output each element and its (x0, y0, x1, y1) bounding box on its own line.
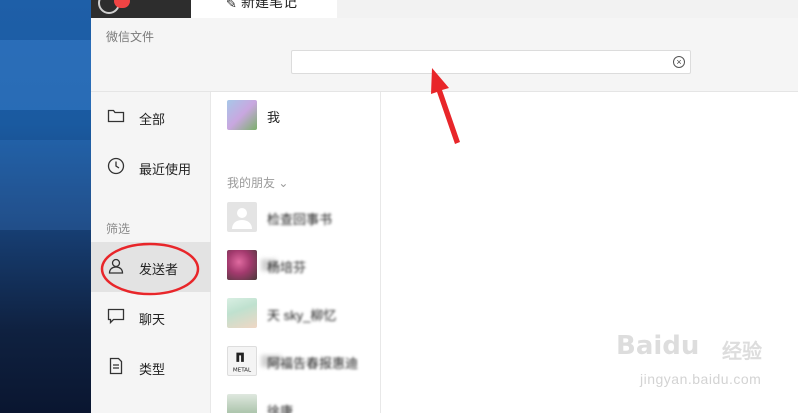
chat-bubble-icon (107, 308, 125, 325)
clock-icon (107, 157, 125, 175)
search-input[interactable]: × (291, 50, 691, 74)
person-icon (108, 258, 124, 274)
desktop-window-pane (0, 40, 91, 110)
list-item[interactable]: 杨培芬 (211, 242, 380, 288)
nav-label: 最近使用 (139, 162, 192, 177)
watermark-url: jingyan.baidu.com (640, 371, 762, 387)
contact-name: 我 (267, 110, 281, 125)
baidu-jingyan-watermark: Baidu 经验 jingyan.baidu.com (610, 325, 798, 413)
nav-item-type[interactable]: 类型 (91, 342, 211, 392)
contact-name: 徐康 (267, 404, 294, 413)
avatar (227, 298, 257, 328)
list-item[interactable]: 徐康 (211, 386, 380, 413)
background-app-area (337, 0, 798, 18)
avatar: METAL (227, 346, 257, 376)
contact-name: 检查回事书 (267, 212, 333, 227)
svg-text:METAL: METAL (233, 367, 252, 373)
nav-item-chat[interactable]: 聊天 (91, 292, 211, 342)
left-nav: 全部 最近使用 筛选 发送者 聊天 类型 (91, 92, 211, 413)
avatar (227, 250, 257, 280)
desktop-window-pane (0, 140, 91, 230)
contact-list: 我 我的朋友 ⌄ 检查回事书 杨培芬 天 sky_柳忆 METAL 阿福告春报惠… (211, 92, 381, 413)
watermark-brand-cn: 经验 (722, 341, 762, 363)
document-icon (109, 357, 123, 375)
nav-item-recent[interactable]: 最近使用 (91, 142, 211, 192)
nav-label: 发送者 (139, 262, 179, 277)
folder-icon (107, 109, 125, 123)
list-item[interactable]: METAL 阿福告春报惠迪 (211, 338, 380, 384)
nav-label: 聊天 (139, 312, 166, 327)
nav-label: 类型 (139, 362, 166, 377)
contact-name: 杨培芬 (267, 260, 307, 275)
contact-me[interactable]: 我 (211, 92, 380, 138)
pencil-icon: ✎ (226, 0, 237, 11)
new-note-label: 新建笔记 (241, 0, 297, 10)
new-note-tab[interactable]: ✎ 新建笔记 (191, 0, 337, 18)
avatar (227, 202, 257, 232)
group-header-friends[interactable]: 我的朋友 ⌄ (227, 174, 288, 191)
clear-circle-icon[interactable]: × (673, 56, 685, 68)
avatar (227, 100, 257, 130)
list-item[interactable]: 检查回事书 (211, 194, 380, 240)
watermark-brand: Baidu (616, 331, 700, 361)
desktop-background (0, 0, 91, 413)
nav-label: 全部 (139, 112, 166, 127)
filter-section-title: 筛选 (106, 222, 131, 236)
nav-item-all[interactable]: 全部 (91, 92, 211, 142)
contact-name: 天 sky_柳忆 (267, 308, 337, 323)
list-item[interactable]: 天 sky_柳忆 (211, 290, 380, 336)
nav-item-sender[interactable]: 发送者 (91, 242, 211, 292)
avatar (227, 394, 257, 413)
contact-name: 阿福告春报惠迪 (267, 356, 359, 371)
window-title: 微信文件 (106, 30, 155, 44)
